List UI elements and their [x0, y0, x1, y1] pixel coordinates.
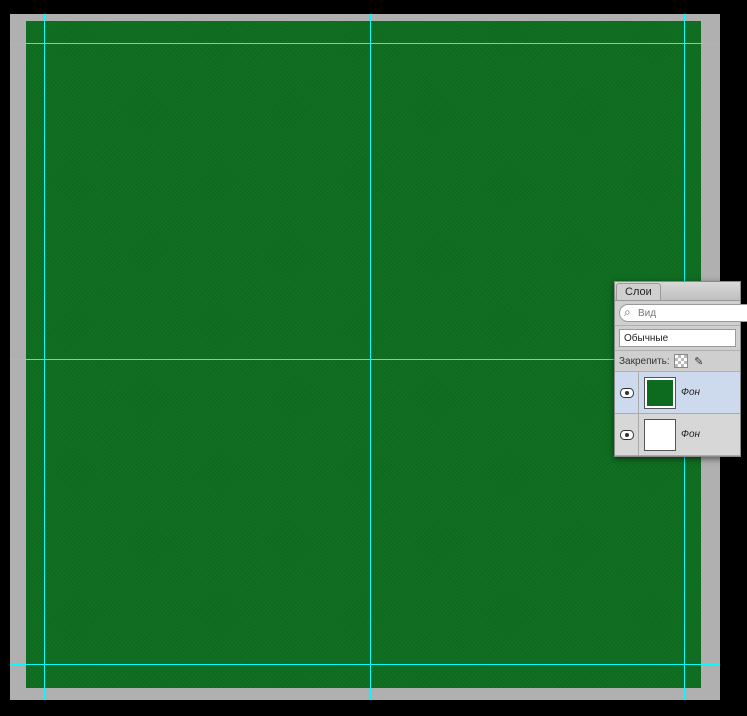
- lock-label: Закрепить:: [619, 356, 670, 367]
- lock-brush-icon[interactable]: ✎: [692, 354, 706, 368]
- visibility-toggle[interactable]: [615, 372, 639, 413]
- blend-mode-row: Обычные: [615, 326, 740, 351]
- layer-thumbnail[interactable]: [644, 377, 676, 409]
- layers-panel: Слои ▲▼ Обычные Закрепить: ✎ Фон Фон: [614, 281, 741, 457]
- visibility-toggle[interactable]: [615, 414, 639, 455]
- lock-row: Закрепить: ✎: [615, 351, 740, 372]
- layer-thumbnail[interactable]: [644, 419, 676, 451]
- document-canvas[interactable]: [26, 21, 701, 688]
- tab-layers[interactable]: Слои: [616, 283, 661, 300]
- blend-mode-select[interactable]: Обычные: [619, 329, 736, 347]
- layer-item[interactable]: Фон: [615, 414, 740, 456]
- guide-vertical[interactable]: [370, 14, 371, 700]
- eye-icon: [620, 430, 634, 440]
- eye-icon: [620, 388, 634, 398]
- layer-filter-input[interactable]: [619, 304, 747, 322]
- layers-list: Фон Фон: [615, 372, 740, 456]
- layer-filter-row: ▲▼: [615, 301, 740, 326]
- panel-tab-bar: Слои: [615, 282, 740, 301]
- layer-name-label[interactable]: Фон: [681, 429, 700, 440]
- guide-horizontal[interactable]: [10, 43, 720, 44]
- layer-item[interactable]: Фон: [615, 372, 740, 414]
- lock-transparency-icon[interactable]: [674, 354, 688, 368]
- guide-vertical[interactable]: [44, 14, 45, 700]
- guide-horizontal[interactable]: [10, 664, 720, 665]
- layer-name-label[interactable]: Фон: [681, 387, 700, 398]
